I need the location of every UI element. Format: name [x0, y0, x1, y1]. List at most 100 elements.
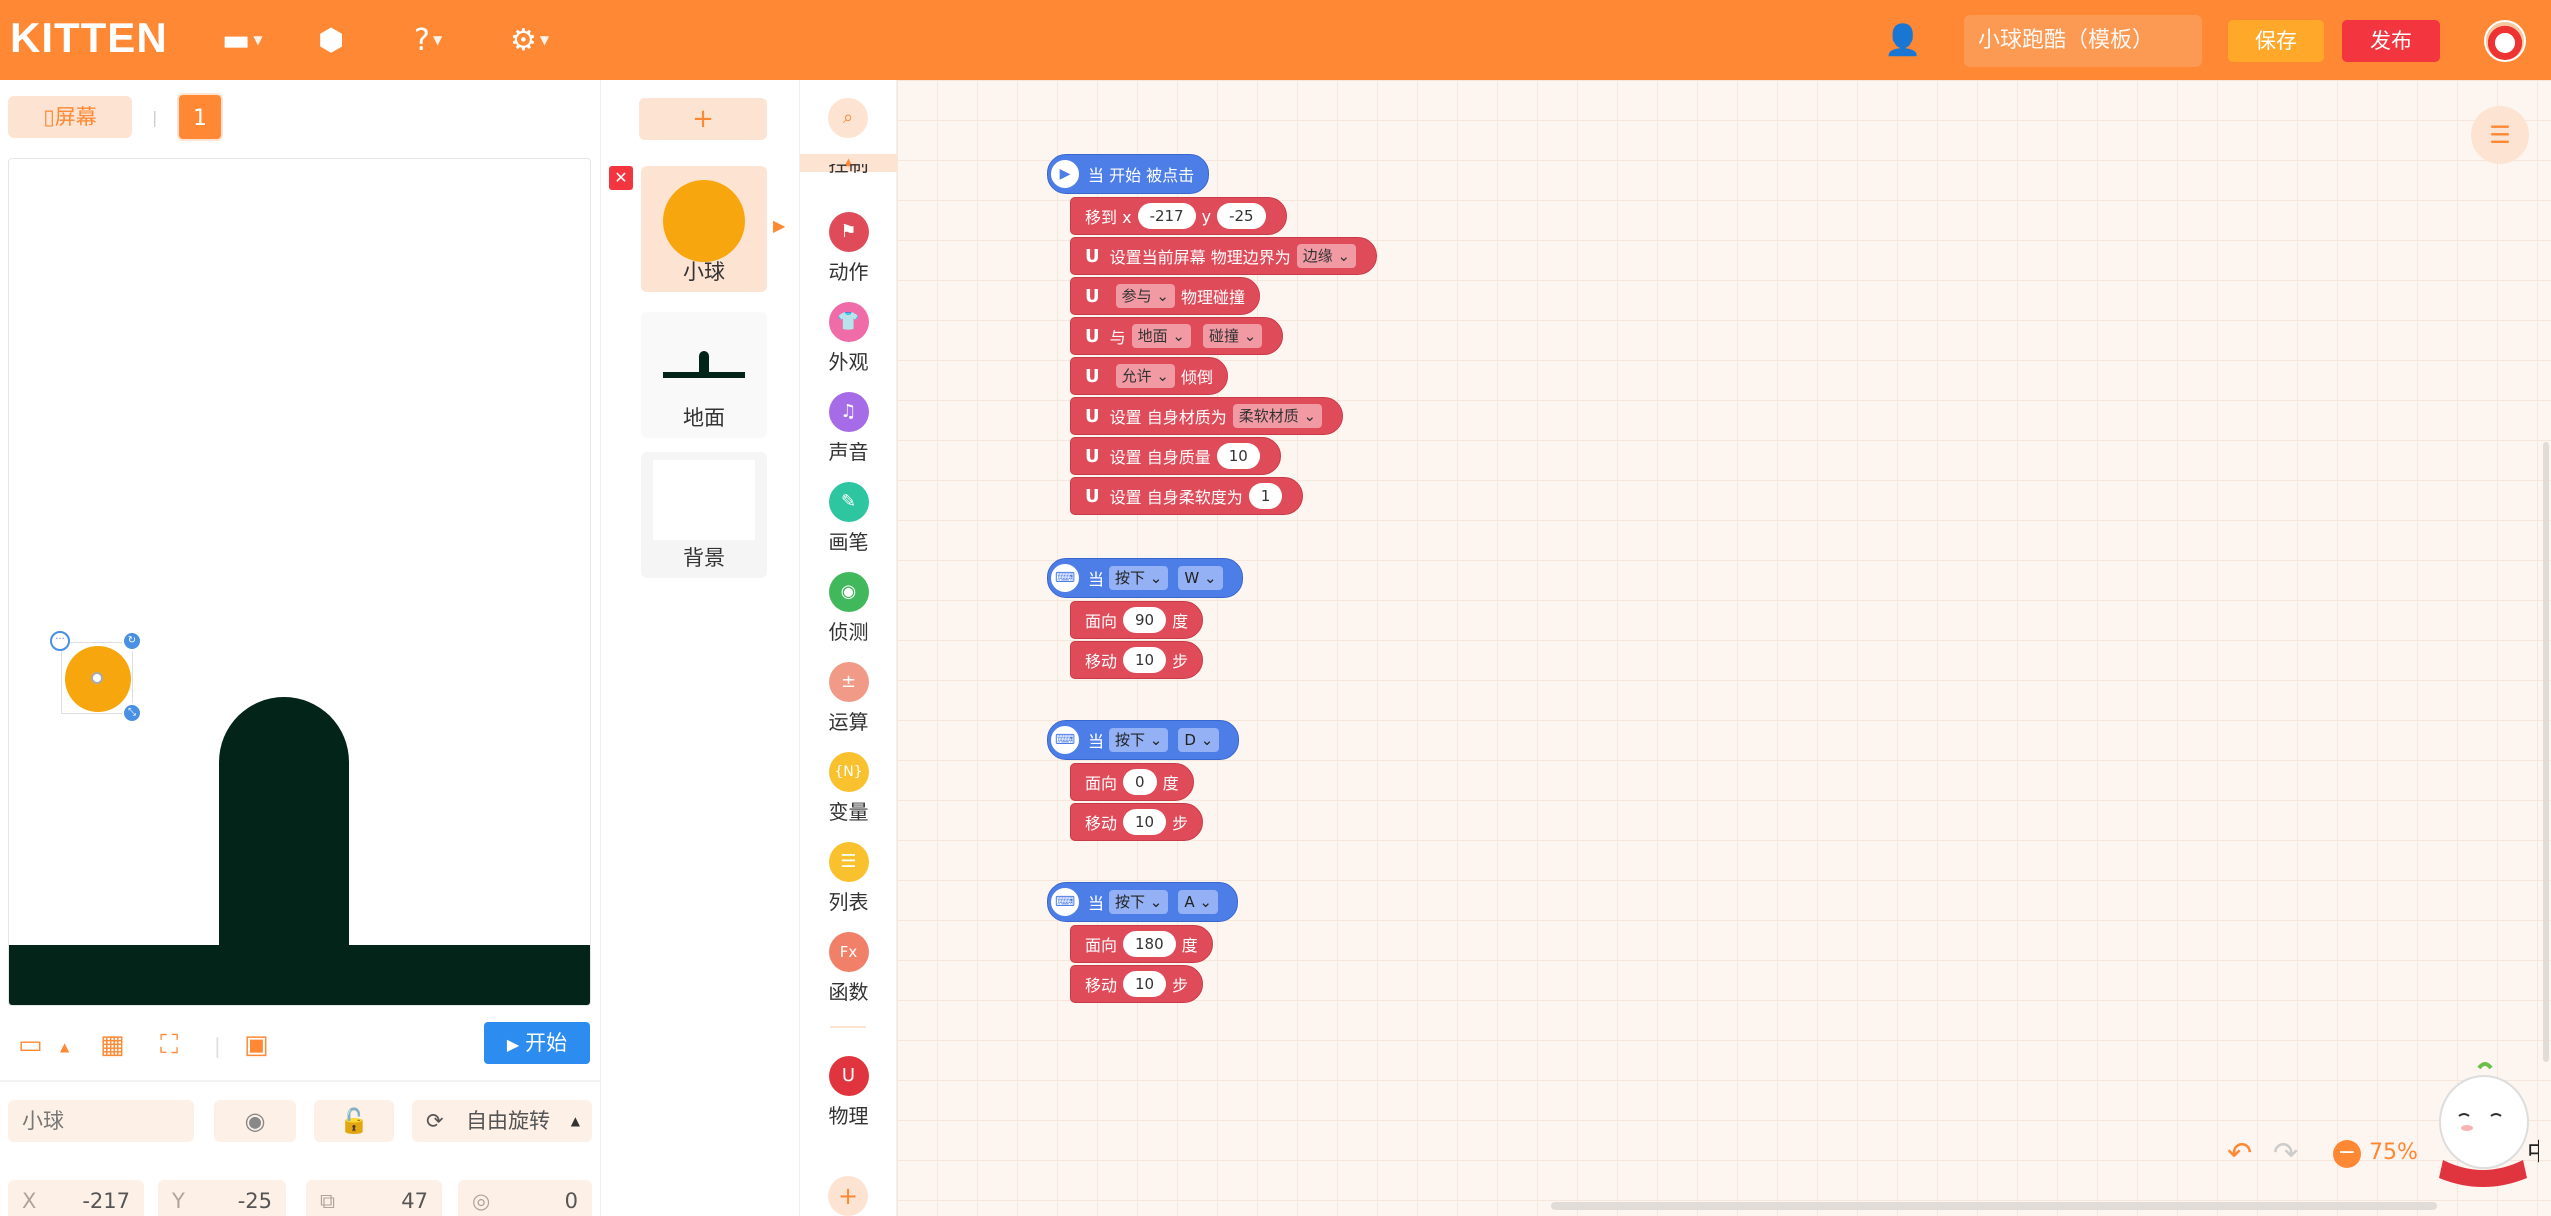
mode-dropdown[interactable]: 碰撞 ⌄	[1203, 324, 1263, 348]
search-blocks-icon[interactable]: ☰	[2471, 106, 2529, 164]
point-direction-block[interactable]: 面向 180 度	[1070, 925, 1213, 963]
undo-icon[interactable]: ↶	[2227, 1136, 2252, 1171]
press-dropdown[interactable]: 按下 ⌄	[1109, 566, 1169, 590]
category-looks[interactable]: 👕 外观	[800, 302, 897, 375]
softness-input[interactable]: 1	[1248, 483, 1283, 509]
allow-tipping-block[interactable]: U 允许 ⌄ 倾倒	[1070, 357, 1228, 395]
set-mass-block[interactable]: U 设置 自身质量 10	[1070, 437, 1281, 475]
category-lists[interactable]: ☰ 列表	[800, 842, 897, 915]
code-workspace[interactable]: ☰ ▶ 当 开始 被点击 移到 x -217 y -25 U 设置当前屏幕 物理…	[897, 80, 2551, 1216]
category-sensing[interactable]: ◉ 侦测	[800, 572, 897, 645]
sprite-item-ground[interactable]: 地面	[641, 312, 767, 438]
mascot-assistant-icon[interactable]: 中	[2429, 1060, 2539, 1190]
grid-icon[interactable]: ▦	[100, 1030, 125, 1060]
category-control[interactable]: 控制	[800, 164, 897, 194]
key-dropdown[interactable]: W ⌄	[1178, 566, 1223, 590]
steps-input[interactable]: 10	[1123, 809, 1167, 835]
direction-field[interactable]: ◎ 0	[458, 1180, 592, 1216]
publish-button[interactable]: 发布	[2342, 20, 2440, 62]
more-icon[interactable]: ···	[50, 631, 70, 651]
block-label: 移到 x	[1085, 208, 1132, 227]
caret-up-icon[interactable]: ▲	[60, 1040, 69, 1054]
y-field[interactable]: Y -25	[158, 1180, 286, 1216]
start-button[interactable]: ▶ 开始	[484, 1022, 590, 1064]
file-menu[interactable]: ▬ ▼	[222, 22, 263, 58]
collaborator-button[interactable]: 👤	[1884, 22, 1921, 58]
zoom-out-icon[interactable]: −	[2333, 1140, 2361, 1168]
save-button[interactable]: 保存	[2228, 20, 2324, 62]
category-sound[interactable]: ♫ 声音	[800, 392, 897, 465]
horizontal-scrollbar[interactable]	[1551, 1202, 2437, 1210]
rotation-mode-select[interactable]: ⟳ 自由旋转 ▲	[412, 1100, 592, 1142]
target-dropdown[interactable]: 地面 ⌄	[1131, 324, 1191, 348]
add-extension-button[interactable]: +	[828, 1176, 868, 1216]
when-start-clicked-block[interactable]: ▶ 当 开始 被点击	[1047, 154, 1210, 194]
category-operators[interactable]: ± 运算	[800, 662, 897, 735]
chevron-right-icon[interactable]: ▶	[773, 216, 785, 235]
move-steps-block[interactable]: 移动 10 步	[1070, 641, 1204, 679]
rotate-handle-icon[interactable]: ↻	[122, 631, 142, 651]
stage-canvas[interactable]: ··· ↻ ⤡	[8, 158, 591, 1006]
key-dropdown[interactable]: D ⌄	[1178, 728, 1220, 752]
angle-input[interactable]: 180	[1123, 931, 1176, 957]
point-direction-block[interactable]: 面向 0 度	[1070, 763, 1194, 801]
x-field[interactable]: X -217	[8, 1180, 144, 1216]
boundary-dropdown[interactable]: 边缘 ⌄	[1296, 244, 1357, 268]
press-dropdown[interactable]: 按下 ⌄	[1109, 890, 1169, 914]
move-steps-block[interactable]: 移动 10 步	[1070, 965, 1204, 1003]
sprite-name-field[interactable]: 小球	[8, 1100, 194, 1142]
keyboard-icon: ⌨	[1048, 885, 1082, 919]
move-steps-block[interactable]: 移动 10 步	[1070, 803, 1204, 841]
category-physics[interactable]: U 物理	[800, 1056, 897, 1129]
category-functions[interactable]: Fx 函数	[800, 932, 897, 1005]
project-name-input[interactable]: 小球跑酷（模板）	[1964, 15, 2202, 67]
redo-icon[interactable]: ↷	[2273, 1136, 2298, 1171]
press-dropdown[interactable]: 按下 ⌄	[1109, 728, 1169, 752]
help-menu[interactable]: ? ▼	[414, 22, 442, 58]
vertical-scrollbar[interactable]	[2543, 442, 2549, 1062]
lock-toggle[interactable]: 🔓	[314, 1100, 394, 1142]
steps-input[interactable]: 10	[1123, 647, 1167, 673]
when-key-pressed-block[interactable]: ⌨ 当 按下 ⌄ A ⌄	[1047, 882, 1238, 922]
device-icon[interactable]: ▭	[18, 1030, 43, 1060]
ball-sprite[interactable]: ··· ↻ ⤡	[50, 631, 142, 723]
fullscreen-icon[interactable]: ⛶	[160, 1030, 178, 1061]
angle-input[interactable]: 90	[1123, 607, 1167, 633]
point-direction-block[interactable]: 面向 90 度	[1070, 601, 1204, 639]
key-dropdown[interactable]: A ⌄	[1178, 890, 1218, 914]
add-sprite-button[interactable]: +	[639, 98, 767, 140]
when-key-pressed-block[interactable]: ⌨ 当 按下 ⌄ W ⌄	[1047, 558, 1243, 598]
screen-button[interactable]: ▯屏幕	[8, 96, 132, 138]
mass-input[interactable]: 10	[1216, 443, 1260, 469]
set-softness-block[interactable]: U 设置 自身柔软度为 1	[1070, 477, 1304, 515]
visibility-toggle[interactable]: ◉	[214, 1100, 296, 1142]
allow-dropdown[interactable]: 允许 ⌄	[1115, 364, 1175, 388]
steps-input[interactable]: 10	[1123, 971, 1167, 997]
join-collision-block[interactable]: U 参与 ⌄ 物理碰撞	[1070, 277, 1260, 315]
search-icon[interactable]: ⌕	[828, 98, 868, 138]
play-screen-icon[interactable]: ▣	[244, 1030, 269, 1060]
delete-sprite-icon[interactable]: ✕	[609, 166, 633, 190]
backpack-button[interactable]: ⬢	[318, 22, 344, 58]
material-dropdown[interactable]: 柔软材质 ⌄	[1232, 404, 1323, 428]
screen-number-tab[interactable]: 1	[177, 93, 223, 141]
x-input[interactable]: -217	[1137, 203, 1196, 229]
angle-input[interactable]: 0	[1123, 769, 1157, 795]
collide-with-block[interactable]: U 与 地面 ⌄ 碰撞 ⌄	[1070, 317, 1284, 355]
category-pen[interactable]: ✎ 画笔	[800, 482, 897, 555]
avatar[interactable]	[2484, 20, 2526, 62]
category-motion[interactable]: ⚑ 动作	[800, 212, 897, 285]
resize-handle-icon[interactable]: ⤡	[122, 703, 142, 723]
y-input[interactable]: -25	[1217, 203, 1266, 229]
rotation-center[interactable]	[91, 672, 103, 684]
settings-menu[interactable]: ⚙ ▼	[510, 22, 549, 58]
set-material-block[interactable]: U 设置 自身材质为 柔软材质 ⌄	[1070, 397, 1344, 435]
category-variables[interactable]: {N} 变量	[800, 752, 897, 825]
size-field[interactable]: ⧉ 47	[306, 1180, 442, 1216]
set-boundary-block[interactable]: U 设置当前屏幕 物理边界为 边缘 ⌄	[1070, 237, 1378, 275]
move-to-xy-block[interactable]: 移到 x -217 y -25	[1070, 197, 1287, 235]
sprite-item-ball[interactable]: 小球	[641, 166, 767, 292]
sprite-item-background[interactable]: 背景	[641, 452, 767, 578]
join-dropdown[interactable]: 参与 ⌄	[1115, 284, 1175, 308]
when-key-pressed-block[interactable]: ⌨ 当 按下 ⌄ D ⌄	[1047, 720, 1240, 760]
